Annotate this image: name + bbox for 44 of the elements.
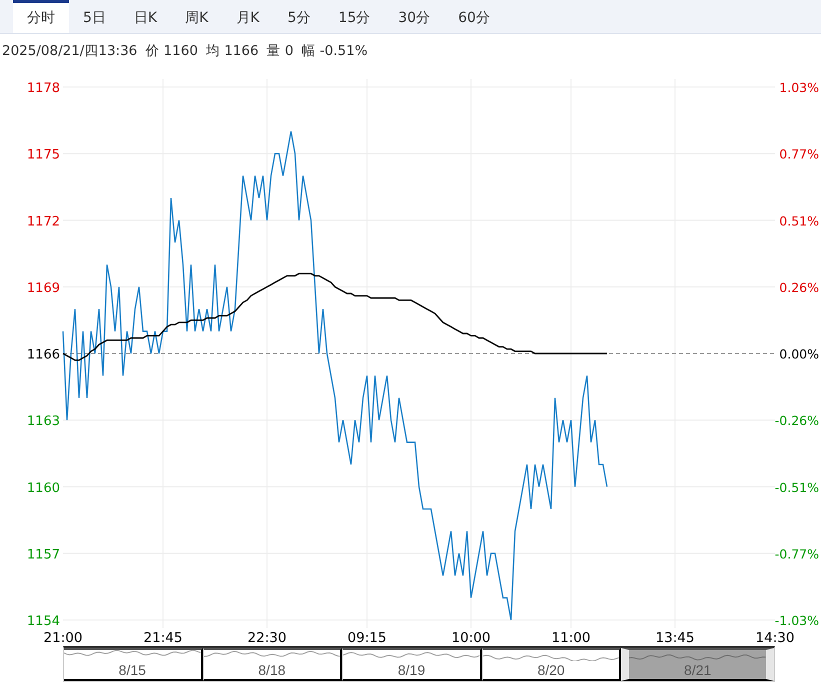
quote-field: 量 0	[266, 42, 294, 60]
chart-tab[interactable]: 5分	[273, 0, 324, 33]
quote-field: 均 1166	[206, 42, 259, 60]
time-axis-label: 13:45	[656, 630, 694, 646]
day-range-segment[interactable]: 8/15	[64, 648, 203, 681]
chart-tab[interactable]: 15分	[324, 0, 384, 33]
percent-axis-label: -0.77%	[774, 546, 819, 562]
time-axis-label: 10:00	[452, 630, 490, 646]
price-axis-label: 1172	[26, 214, 60, 230]
day-range-segment[interactable]: 8/20	[482, 648, 622, 681]
price-axis-label: 1175	[26, 148, 60, 163]
price-axis-label: 1169	[26, 280, 60, 296]
percent-axis-label: 0.00%	[779, 346, 819, 362]
price-axis-label: 1178	[26, 81, 60, 96]
chart-tab[interactable]: 分时	[13, 0, 69, 33]
time-axis-label: 09:15	[348, 630, 386, 646]
price-axis-label: 1166	[26, 348, 60, 362]
chart-tab[interactable]: 月K	[222, 0, 274, 33]
price-axis-label: 1163	[26, 414, 60, 430]
percent-axis-label: 0.77%	[779, 146, 819, 162]
quote-field: 幅 -0.51%	[301, 42, 368, 60]
chart-tab[interactable]: 30分	[384, 0, 444, 33]
percent-axis-label: 1.03%	[779, 80, 819, 95]
percent-axis-label: -0.26%	[774, 413, 819, 428]
percent-axis-label: -0.51%	[774, 480, 819, 495]
time-axis-label: 14:30	[756, 630, 794, 646]
time-axis-label: 22:30	[248, 630, 286, 646]
chart-tab[interactable]: 5日	[69, 0, 120, 33]
percent-axis-label: -1.03%	[774, 613, 819, 628]
price-axis-label: 1157	[26, 547, 60, 562]
time-axis-label: 11:00	[552, 630, 590, 646]
time-axis-label: 21:00	[44, 630, 82, 646]
day-range-segment[interactable]: 8/19	[342, 648, 482, 681]
chart-tab[interactable]: 周K	[171, 0, 222, 33]
price-axis-label: 1160	[26, 480, 60, 496]
day-range-segment[interactable]: 8/18	[202, 648, 342, 681]
price-axis-label: 1154	[26, 614, 60, 629]
chart-tab[interactable]: 日K	[120, 0, 172, 33]
percent-axis-label: 0.51%	[779, 213, 819, 228]
quote-datetime: 2025/08/21/四13:36	[2, 42, 138, 60]
time-axis-label: 21:45	[144, 630, 182, 646]
chart-tab[interactable]: 60分	[444, 0, 504, 33]
percent-axis-label: 0.26%	[779, 280, 819, 295]
quote-field: 价 1160	[145, 42, 198, 60]
